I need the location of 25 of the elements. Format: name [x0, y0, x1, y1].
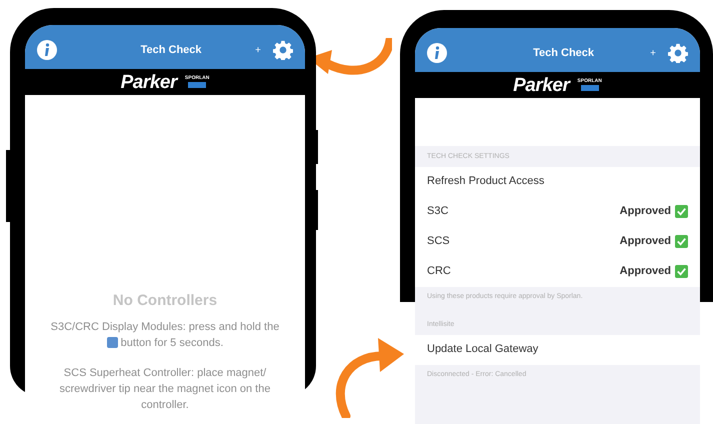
settings-icon[interactable]: [668, 43, 688, 63]
instruction-text: SCS Superheat Controller: place magnet/ screwdriver tip near the magnet icon on the controller.: [58, 366, 272, 412]
window-title: Tech Check: [140, 42, 203, 58]
add-button[interactable]: +: [650, 46, 656, 60]
brand-logo: Parker: [120, 72, 177, 92]
settings-row[interactable]: Refresh Product Access: [415, 166, 700, 196]
settings-icon[interactable]: [273, 40, 293, 60]
product-label: SCS: [427, 234, 451, 250]
product-label: CRC: [427, 264, 452, 280]
settings-row[interactable]: CRC Approved: [415, 256, 700, 286]
status-label: Approved: [620, 204, 671, 220]
info-icon[interactable]: [37, 40, 57, 60]
window-title: Tech Check: [532, 46, 596, 61]
add-button[interactable]: +: [255, 42, 261, 58]
brand-logo: Parker: [513, 76, 570, 94]
status-label: Approved: [620, 264, 671, 280]
status-label: Approved: [620, 234, 671, 250]
info-icon[interactable]: [427, 43, 447, 63]
product-label: S3C: [427, 204, 450, 220]
settings-row[interactable]: Update Local Gateway: [415, 334, 700, 364]
settings-row[interactable]: S3C Approved: [415, 196, 700, 226]
empty-state-title: No Controllers: [112, 291, 218, 311]
settings-row[interactable]: SCS Approved: [415, 226, 700, 256]
down-button-icon: [106, 337, 118, 348]
instruction-text: S3C/CRC Display Modules: press and hold the button for 5 seconds.: [50, 320, 280, 350]
